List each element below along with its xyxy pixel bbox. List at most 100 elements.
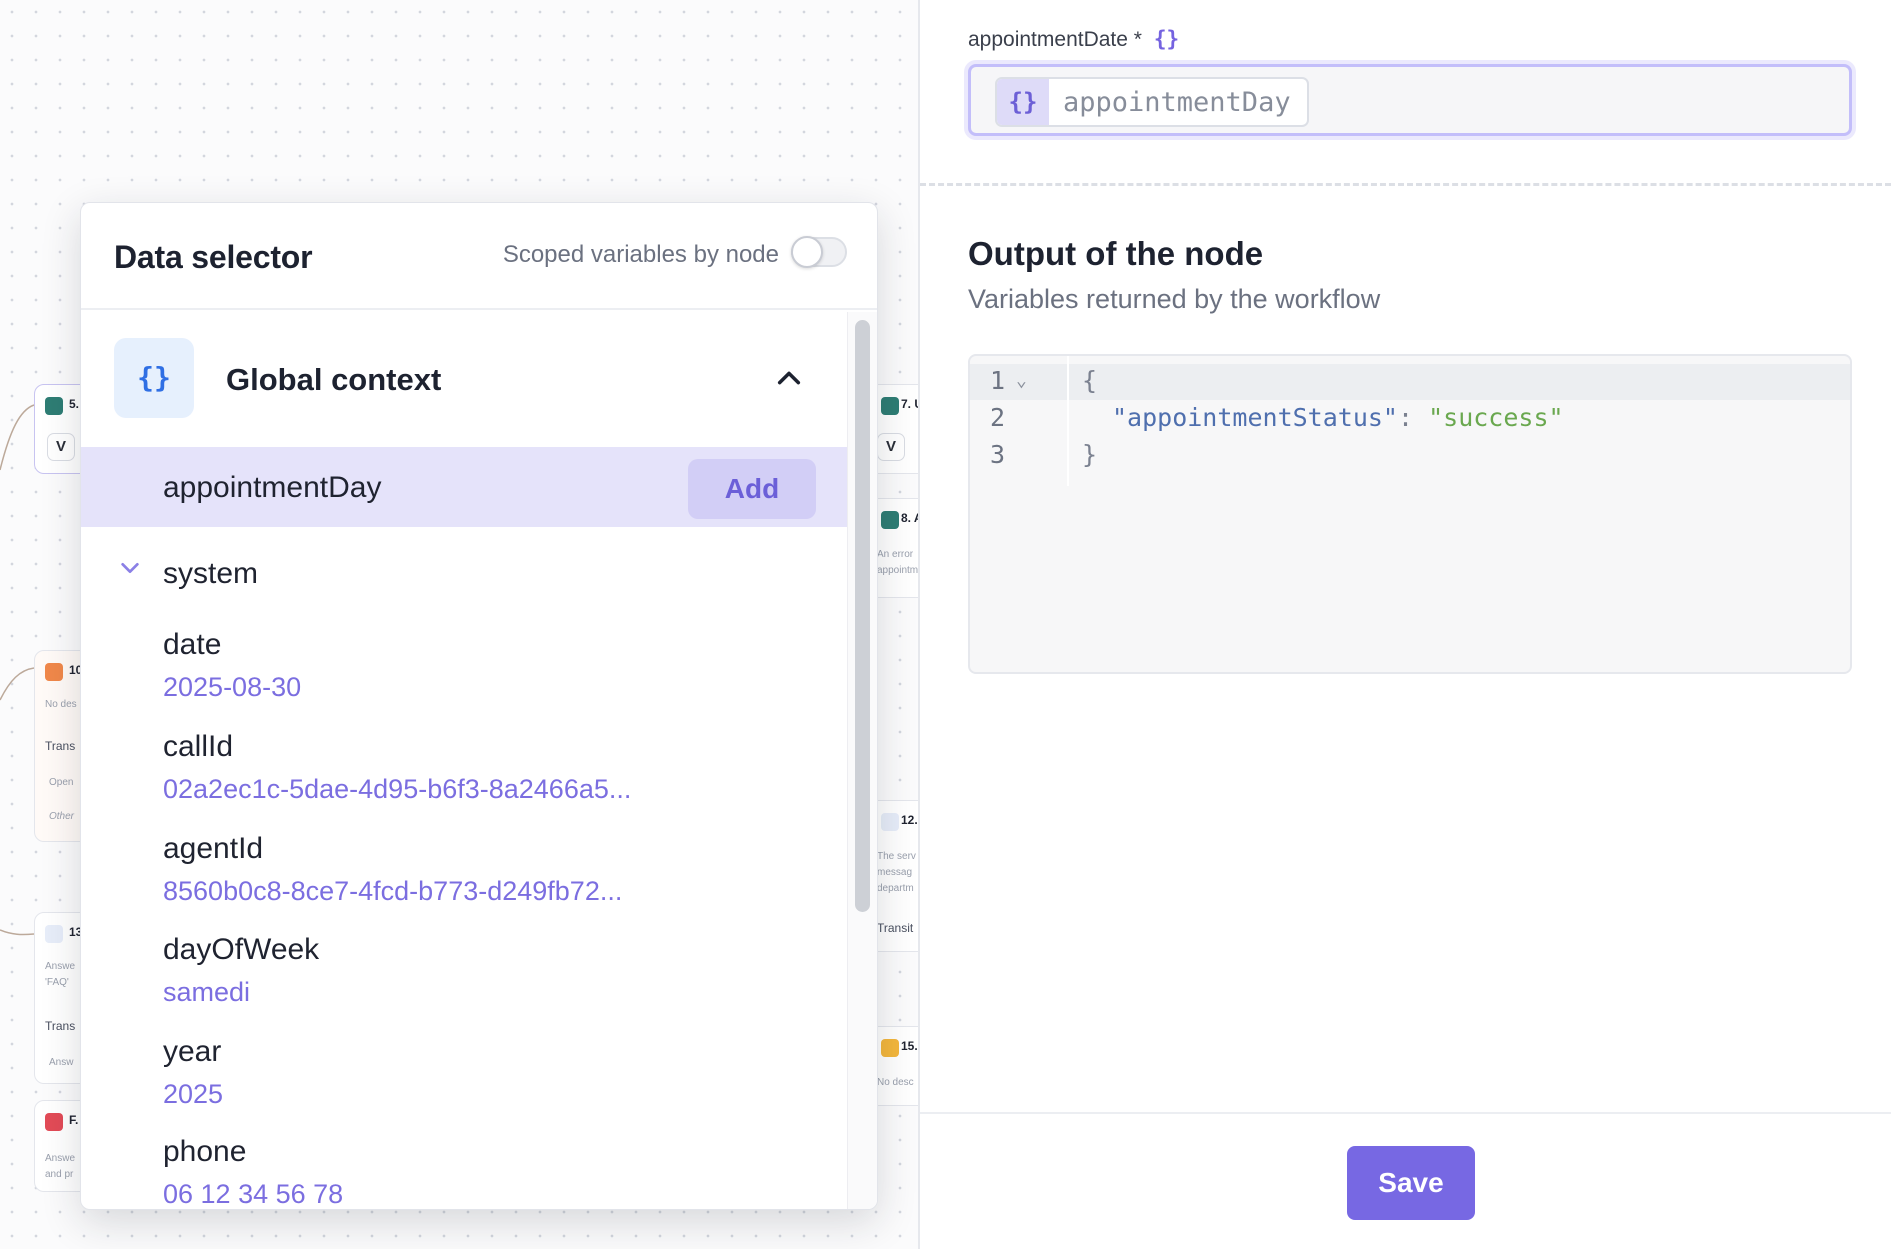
variable-key: date bbox=[163, 628, 222, 661]
variable-name: appointmentDay bbox=[163, 471, 382, 504]
line-number: 1 bbox=[990, 366, 1006, 395]
curly-braces-icon: {} bbox=[114, 338, 194, 418]
node-type-icon bbox=[881, 813, 899, 831]
node-chip: V bbox=[47, 433, 75, 461]
node-number: 5. bbox=[69, 397, 80, 411]
variable-item-year[interactable]: year 2025 bbox=[163, 1035, 813, 1137]
node-type-icon bbox=[881, 511, 899, 529]
json-brace: { bbox=[1082, 366, 1098, 395]
variable-value: 02a2ec1c-5dae-4d95-b6f3-8a2466a5... bbox=[163, 774, 632, 804]
json-brace: } bbox=[1082, 440, 1098, 469]
node-chip: V bbox=[877, 433, 905, 461]
variable-pill[interactable]: {} appointmentDay bbox=[995, 77, 1309, 127]
node-description: No desc bbox=[877, 1077, 914, 1088]
variable-item-phone[interactable]: phone 06 12 34 56 78 bbox=[163, 1135, 813, 1209]
add-variable-button[interactable]: Add bbox=[688, 459, 816, 519]
variable-value: 06 12 34 56 78 bbox=[163, 1179, 344, 1209]
node-config-panel: appointmentDate * {} {} appointmentDay O… bbox=[918, 0, 1891, 1249]
variable-value: 2025-08-30 bbox=[163, 672, 302, 702]
node-number: 12. bbox=[901, 813, 918, 827]
node-number: F. bbox=[69, 1113, 79, 1127]
node-description: An error bbox=[877, 549, 914, 560]
scrollbar-thumb[interactable] bbox=[855, 320, 870, 912]
output-code-editor[interactable]: 1 ⌄ 2 3 { "appointmentStatus": "success"… bbox=[968, 354, 1852, 674]
curly-braces-icon: {} bbox=[1153, 27, 1180, 51]
gutter-separator bbox=[1067, 356, 1069, 486]
chevron-down-icon[interactable] bbox=[119, 557, 141, 579]
line-number: 3 bbox=[990, 440, 1006, 469]
system-group-header[interactable]: system bbox=[81, 527, 849, 617]
code-line-3: } bbox=[1082, 440, 1097, 469]
node-description: 'FAQ' bbox=[45, 977, 69, 988]
node-number: 8. A bbox=[901, 511, 918, 525]
scoped-variables-toggle[interactable] bbox=[791, 236, 847, 268]
global-context-label: Global context bbox=[226, 362, 442, 397]
scoped-variables-label: Scoped variables by node bbox=[502, 241, 779, 268]
variable-pill-text: appointmentDay bbox=[1063, 86, 1291, 118]
variable-key: phone bbox=[163, 1135, 247, 1168]
variable-item-agentid[interactable]: agentId 8560b0c8-8ce7-4fcd-b773-d249fb72… bbox=[163, 832, 813, 934]
output-section-subtitle: Variables returned by the workflow bbox=[968, 284, 1381, 314]
variable-value: samedi bbox=[163, 977, 251, 1007]
footer-divider bbox=[920, 1112, 1891, 1114]
variable-item-date[interactable]: date 2025-08-30 bbox=[163, 628, 813, 730]
chevron-up-icon[interactable] bbox=[775, 364, 803, 392]
node-type-icon bbox=[45, 925, 63, 943]
data-selector-header: Data selector Scoped variables by node bbox=[81, 203, 877, 310]
code-line-2: "appointmentStatus": "success" bbox=[1112, 403, 1564, 432]
node-type-icon bbox=[45, 663, 63, 681]
node-type-icon bbox=[881, 1039, 899, 1057]
node-description: The serv bbox=[877, 851, 916, 862]
node-description: Answe bbox=[45, 1153, 76, 1164]
active-line-highlight bbox=[970, 364, 1850, 400]
node-branch: Open bbox=[49, 777, 74, 788]
node-number: 7. U bbox=[901, 397, 918, 411]
appointmentdate-input[interactable]: {} appointmentDay bbox=[968, 64, 1852, 136]
variable-key: callId bbox=[163, 730, 234, 763]
node-description: and pr bbox=[45, 1169, 74, 1180]
node-description: departm bbox=[877, 883, 914, 894]
required-mark: * bbox=[1133, 28, 1142, 51]
variable-item-callid[interactable]: callId 02a2ec1c-5dae-4d95-b6f3-8a2466a5.… bbox=[163, 730, 813, 832]
field-label-text: appointmentDate bbox=[968, 28, 1128, 51]
json-colon: : bbox=[1397, 403, 1429, 432]
json-value: "success" bbox=[1428, 403, 1564, 432]
system-group-label: system bbox=[163, 557, 259, 590]
variable-key: agentId bbox=[163, 832, 264, 865]
node-description: No des bbox=[45, 699, 77, 710]
workflow-canvas[interactable]: 5. V 10 No des Trans Open Other 13 Answe… bbox=[0, 0, 918, 1249]
variable-row-appointmentday[interactable]: appointmentDay Add bbox=[81, 447, 849, 527]
node-branch: Other bbox=[49, 811, 75, 822]
variable-value: 2025 bbox=[163, 1079, 224, 1109]
node-transition-label: Trans bbox=[45, 1019, 76, 1033]
variable-item-dayofweek[interactable]: dayOfWeek samedi bbox=[163, 933, 813, 1035]
data-selector-scrollbar[interactable] bbox=[847, 312, 877, 1209]
fold-chevron-icon[interactable]: ⌄ bbox=[1016, 370, 1027, 391]
field-label-appointmentdate: appointmentDate * {} bbox=[968, 27, 1179, 52]
node-type-icon bbox=[881, 397, 899, 415]
node-branch: Answ bbox=[49, 1057, 74, 1068]
variable-key: dayOfWeek bbox=[163, 933, 320, 966]
node-description: Answe bbox=[45, 961, 76, 972]
json-key: "appointmentStatus" bbox=[1112, 403, 1398, 432]
data-selector-popup: Data selector Scoped variables by node {… bbox=[80, 202, 878, 1210]
data-selector-title: Data selector bbox=[114, 239, 313, 275]
node-description: appointm bbox=[877, 565, 918, 576]
curly-braces-icon: {} bbox=[997, 79, 1049, 125]
data-selector-list[interactable]: {} Global context appointmentDay Add sys… bbox=[81, 312, 849, 1209]
line-number: 2 bbox=[990, 403, 1006, 432]
save-button[interactable]: Save bbox=[1347, 1146, 1475, 1220]
section-divider bbox=[920, 183, 1891, 186]
node-description: messag bbox=[877, 867, 913, 878]
output-section-title: Output of the node bbox=[968, 235, 1264, 272]
node-type-icon bbox=[45, 397, 63, 415]
node-type-icon bbox=[45, 1113, 63, 1131]
node-transition-label: Trans bbox=[45, 739, 76, 753]
variable-value: 8560b0c8-8ce7-4fcd-b773-d249fb72... bbox=[163, 876, 623, 906]
node-number: 15. bbox=[901, 1039, 918, 1053]
toggle-knob bbox=[791, 236, 823, 268]
node-transition-label: Transit bbox=[877, 921, 914, 935]
code-line-1: { bbox=[1082, 366, 1097, 395]
variable-key: year bbox=[163, 1035, 222, 1068]
global-context-header[interactable]: {} Global context bbox=[81, 312, 849, 447]
